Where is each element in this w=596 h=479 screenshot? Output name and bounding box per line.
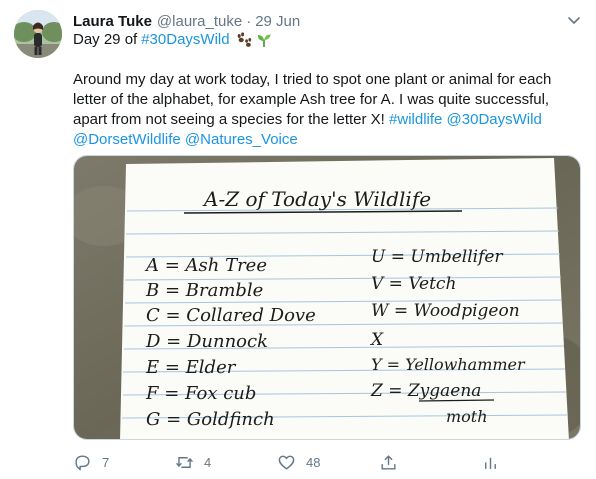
handwritten-list-photo: A-Z of Today's Wildlife A = Ash Tree B =… xyxy=(74,156,580,439)
avatar[interactable] xyxy=(14,10,62,58)
hashtag-wildlife[interactable]: #wildlife xyxy=(389,111,442,128)
photo-entry-v: V = Vetch xyxy=(371,274,456,294)
photo-entry-x: X xyxy=(369,330,384,350)
like-button[interactable]: 48 xyxy=(277,453,320,472)
photo-entry-d: D = Dunnock xyxy=(145,331,268,352)
tweet-actions: 7 4 48 xyxy=(73,450,513,474)
photo-entry-g: G = Goldfinch xyxy=(146,409,275,430)
photo-entry-c: C = Collared Dove xyxy=(146,305,316,326)
day-text: Day 29 of xyxy=(73,31,138,48)
avatar-image xyxy=(14,10,62,58)
share-icon xyxy=(381,454,396,470)
mention-natures-voice[interactable]: @Natures_Voice xyxy=(185,131,298,148)
tweet[interactable]: Laura Tuke @laura_tuke · 29 Jun Day 29 o… xyxy=(0,0,596,479)
photo-entry-f: F = Fox cub xyxy=(145,383,256,404)
photo-entry-moth: moth xyxy=(446,407,488,426)
chevron-down-icon[interactable] xyxy=(566,12,582,28)
share-button[interactable] xyxy=(379,453,398,472)
photo-entry-w: W = Woodpigeon xyxy=(371,301,520,321)
seedling-icon xyxy=(257,33,271,47)
tweet-body: Around my day at work today, I tried to … xyxy=(73,70,578,150)
tweet-header: Laura Tuke @laura_tuke · 29 Jun xyxy=(73,11,300,31)
photo-entry-z: Z = Zygaena xyxy=(370,381,481,401)
hashtag-30dayswild[interactable]: #30DaysWild xyxy=(141,31,229,48)
author-name[interactable]: Laura Tuke xyxy=(73,13,152,30)
photo-entry-e: E = Elder xyxy=(145,357,237,378)
paw-prints-icon xyxy=(237,31,251,47)
reply-button[interactable]: 7 xyxy=(73,453,109,472)
retweet-button[interactable]: 4 xyxy=(175,453,211,472)
photo-entry-y: Y = Yellowhammer xyxy=(371,355,526,374)
emoji-group xyxy=(236,31,272,48)
reply-icon xyxy=(75,454,90,470)
like-count: 48 xyxy=(306,454,321,470)
mention-30dayswild[interactable]: @30DaysWild xyxy=(447,111,542,128)
retweet-count: 4 xyxy=(204,454,212,470)
photo-title: A-Z of Today's Wildlife xyxy=(202,187,431,211)
like-icon xyxy=(278,455,295,470)
separator-dot: · xyxy=(246,12,252,30)
tweet-first-line: Day 29 of #30DaysWild xyxy=(73,31,272,48)
reply-count: 7 xyxy=(102,454,110,470)
photo-entry-u: U = Umbellifer xyxy=(371,247,503,267)
mention-dorsetwildlife[interactable]: @DorsetWildlife xyxy=(73,131,181,148)
retweet-icon xyxy=(176,456,193,468)
tweet-date[interactable]: 29 Jun xyxy=(255,13,300,30)
photo-entry-a: A = Ash Tree xyxy=(144,255,267,276)
tweet-photo[interactable]: A-Z of Today's Wildlife A = Ash Tree B =… xyxy=(73,155,581,440)
analytics-icon xyxy=(485,457,496,469)
author-handle[interactable]: @laura_tuke xyxy=(157,13,242,30)
analytics-button[interactable] xyxy=(481,453,500,472)
photo-entry-b: B = Bramble xyxy=(145,280,263,301)
